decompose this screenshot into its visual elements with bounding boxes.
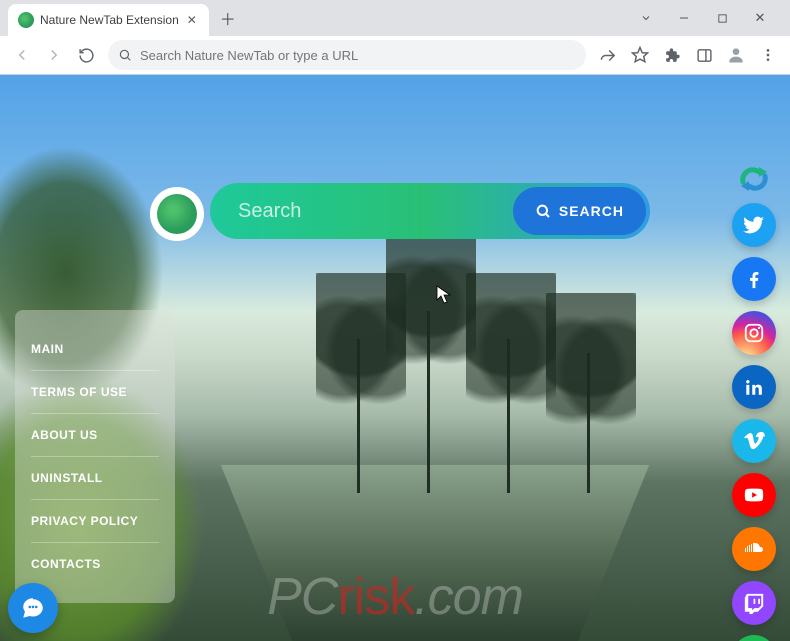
minimize-button[interactable] bbox=[672, 6, 696, 30]
back-button[interactable] bbox=[8, 41, 36, 69]
social-youtube-button[interactable] bbox=[732, 473, 776, 517]
tab-title: Nature NewTab Extension bbox=[40, 13, 179, 27]
search-button[interactable]: SEARCH bbox=[513, 187, 646, 235]
menu-item-contacts[interactable]: CONTACTS bbox=[31, 543, 159, 585]
profile-avatar-icon[interactable] bbox=[722, 41, 750, 69]
search-input[interactable] bbox=[238, 200, 513, 223]
refresh-icon[interactable] bbox=[733, 163, 775, 193]
side-menu: MAIN TERMS OF USE ABOUT US UNINSTALL PRI… bbox=[15, 310, 175, 603]
toolbar: Search Nature NewTab or type a URL bbox=[0, 36, 790, 74]
menu-item-about[interactable]: ABOUT US bbox=[31, 414, 159, 457]
social-facebook-button[interactable] bbox=[732, 257, 776, 301]
search-bar: SEARCH bbox=[210, 183, 650, 239]
browser-tab[interactable]: Nature NewTab Extension ✕ bbox=[8, 4, 209, 36]
menu-item-terms[interactable]: TERMS OF USE bbox=[31, 371, 159, 414]
search-icon bbox=[118, 48, 132, 62]
social-twitch-button[interactable] bbox=[732, 581, 776, 625]
forward-button[interactable] bbox=[40, 41, 68, 69]
share-icon[interactable] bbox=[594, 41, 622, 69]
site-logo bbox=[150, 187, 204, 241]
close-window-button[interactable]: ✕ bbox=[748, 6, 772, 30]
search-button-label: SEARCH bbox=[559, 203, 624, 219]
address-bar[interactable]: Search Nature NewTab or type a URL bbox=[108, 40, 586, 70]
cursor-icon bbox=[436, 285, 452, 310]
logo-icon bbox=[157, 194, 197, 234]
maximize-button[interactable] bbox=[710, 6, 734, 30]
tab-favicon-icon bbox=[18, 12, 34, 28]
social-soundcloud-button[interactable] bbox=[732, 527, 776, 571]
close-tab-button[interactable]: ✕ bbox=[185, 13, 199, 27]
social-vimeo-button[interactable] bbox=[732, 419, 776, 463]
chat-bubble-button[interactable] bbox=[8, 583, 58, 633]
social-rail bbox=[732, 163, 776, 641]
menu-item-uninstall[interactable]: UNINSTALL bbox=[31, 457, 159, 500]
background-trees-center bbox=[316, 233, 636, 533]
extensions-icon[interactable] bbox=[658, 41, 686, 69]
social-instagram-button[interactable] bbox=[732, 311, 776, 355]
browser-chrome: Nature NewTab Extension ✕ ＋ ✕ bbox=[0, 0, 790, 75]
side-panel-icon[interactable] bbox=[690, 41, 718, 69]
chevron-down-icon[interactable] bbox=[634, 6, 658, 30]
search-icon bbox=[535, 203, 551, 219]
window-controls: ✕ bbox=[634, 6, 782, 30]
bookmark-star-icon[interactable] bbox=[626, 41, 654, 69]
page-viewport: SEARCH MAIN TERMS OF USE ABOUT US UNINST… bbox=[0, 75, 790, 641]
menu-item-privacy[interactable]: PRIVACY POLICY bbox=[31, 500, 159, 543]
menu-dots-icon[interactable] bbox=[754, 41, 782, 69]
social-linkedin-button[interactable] bbox=[732, 365, 776, 409]
reload-button[interactable] bbox=[72, 41, 100, 69]
social-spotify-button[interactable] bbox=[732, 635, 776, 641]
social-twitter-button[interactable] bbox=[732, 203, 776, 247]
tab-bar: Nature NewTab Extension ✕ ＋ ✕ bbox=[0, 0, 790, 36]
omnibox-placeholder: Search Nature NewTab or type a URL bbox=[140, 48, 576, 63]
new-tab-button[interactable]: ＋ bbox=[215, 5, 241, 31]
menu-item-main[interactable]: MAIN bbox=[31, 328, 159, 371]
